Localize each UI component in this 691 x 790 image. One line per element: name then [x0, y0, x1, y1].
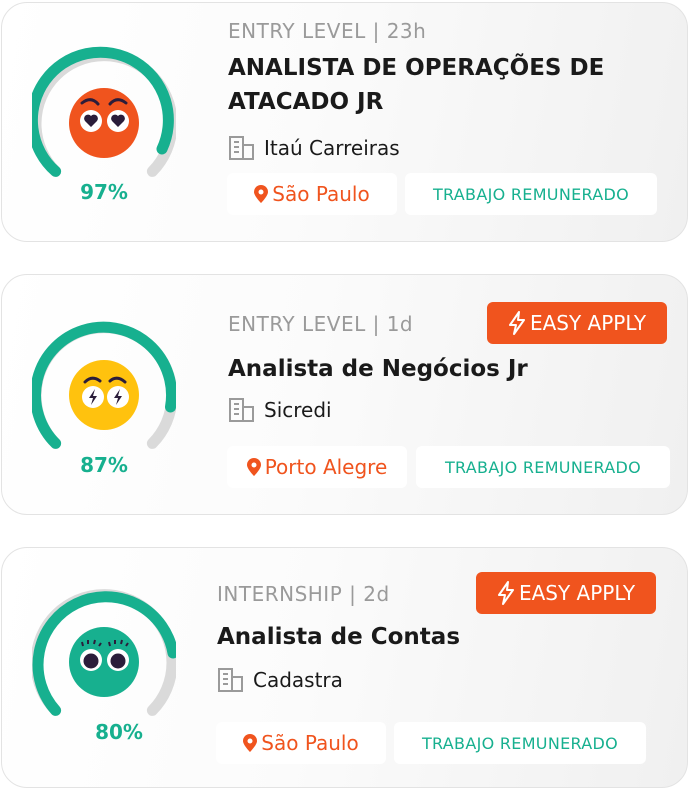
red-heart-eyes-face [69, 88, 139, 158]
location-chip: São Paulo [216, 722, 386, 764]
match-percent: 87% [80, 453, 128, 477]
easy-apply-badge[interactable]: EASY APPLY [487, 302, 667, 344]
location-pin-icon [243, 734, 258, 752]
easy-apply-badge[interactable]: EASY APPLY [476, 572, 656, 614]
location-pin-icon [254, 185, 269, 203]
job-card[interactable]: 87% ENTRY LEVEL | 1d EASY APPLY Analista… [1, 274, 688, 515]
company-name: Itaú Carreiras [264, 136, 400, 160]
location-chip: São Paulo [227, 173, 397, 215]
match-gauge [32, 580, 176, 728]
easy-apply-label: EASY APPLY [518, 581, 636, 605]
lightning-icon [497, 581, 514, 605]
work-type-chip: TRABAJO REMUNERADO [416, 446, 670, 488]
location-label: São Paulo [272, 182, 370, 206]
job-card[interactable]: 80% INTERNSHIP | 2d EASY APPLY Analista … [1, 547, 688, 788]
building-icon [218, 668, 243, 692]
location-label: Porto Alegre [264, 455, 388, 479]
yellow-bolt-eyes-face [69, 360, 139, 430]
company-name: Cadastra [253, 668, 343, 692]
company-name: Sicredi [264, 398, 332, 422]
company: Cadastra [217, 667, 343, 693]
building-icon [229, 136, 254, 160]
match-percent: 80% [95, 720, 143, 744]
job-title[interactable]: Analista de Negócios Jr [228, 352, 648, 386]
work-type-chip: TRABAJO REMUNERADO [405, 173, 657, 215]
job-meta: ENTRY LEVEL | 1d [228, 312, 414, 336]
easy-apply-label: EASY APPLY [529, 311, 647, 335]
job-card[interactable]: 97% ENTRY LEVEL | 23h ANALISTA DE OPERAÇ… [1, 2, 688, 242]
work-type-chip: TRABAJO REMUNERADO [394, 722, 646, 764]
green-round-eyes-face [69, 627, 139, 697]
lightning-icon [508, 311, 525, 335]
job-title[interactable]: ANALISTA DE OPERAÇÕES DE ATACADO JR [228, 51, 668, 119]
job-meta: ENTRY LEVEL | 23h [228, 19, 427, 43]
building-icon [229, 398, 254, 422]
location-pin-icon [246, 458, 261, 476]
company: Itaú Carreiras [228, 135, 400, 161]
match-gauge [32, 41, 176, 189]
job-meta: INTERNSHIP | 2d [217, 582, 390, 606]
match-gauge [32, 313, 176, 461]
location-label: São Paulo [261, 731, 359, 755]
match-percent: 97% [80, 180, 128, 204]
company: Sicredi [228, 397, 332, 423]
location-chip: Porto Alegre [227, 446, 407, 488]
job-title[interactable]: Analista de Contas [217, 620, 637, 654]
